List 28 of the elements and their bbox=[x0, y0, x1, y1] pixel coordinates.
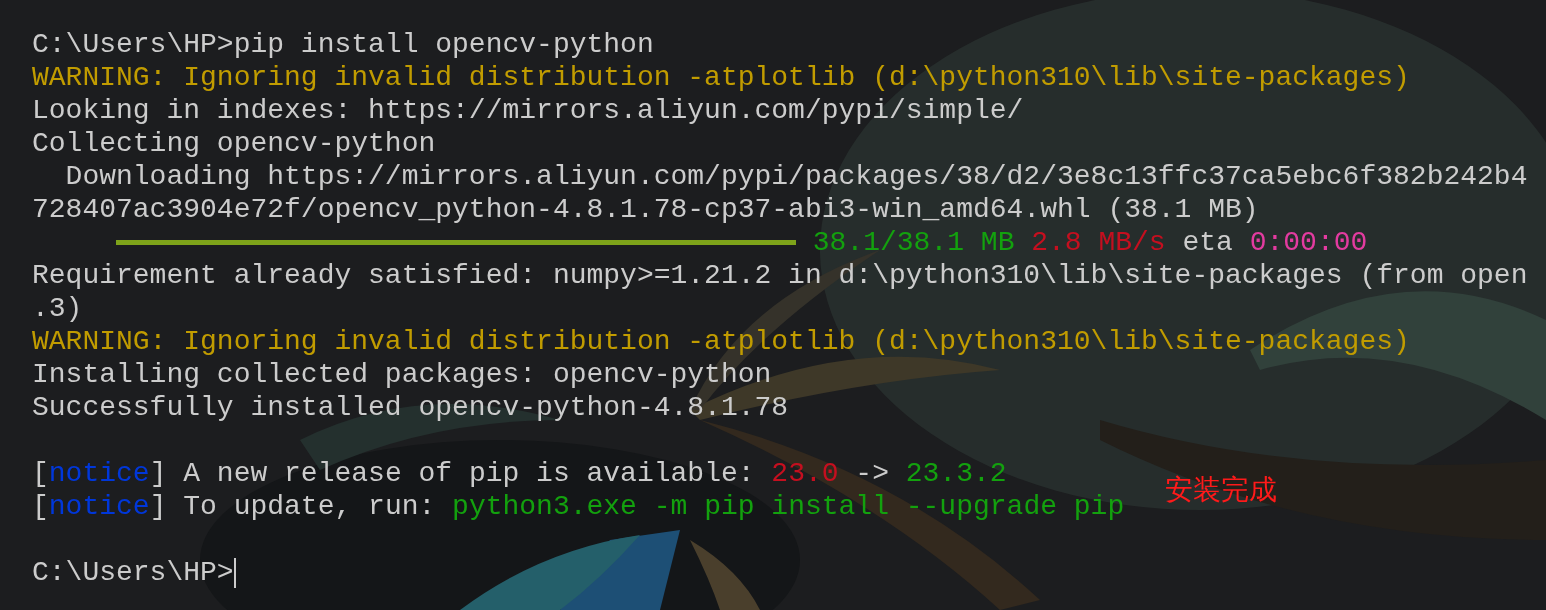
notice-label: notice bbox=[48, 457, 150, 490]
success-text: 23.3.2 bbox=[905, 457, 1007, 490]
output-text: Downloading https://mirrors.aliyun.com/pypi/packages/38/d2/3e8c13ffc37ca5ebc6f382b242b4 bbox=[64, 160, 1528, 193]
error-text: 2.8 MB/s bbox=[1031, 226, 1166, 259]
output-text: Looking in indexes: https://mirrors.aliyun.com/pypi/simple/ bbox=[32, 94, 1024, 127]
annotation-text: 安装完成 bbox=[1165, 474, 1277, 506]
warning-text: WARNING: Ignoring invalid distribution -atplotlib (d:\python310\lib\site-packages) bbox=[32, 61, 1410, 94]
notice-label: notice bbox=[48, 490, 150, 523]
output-text: -> bbox=[855, 457, 889, 490]
output-text: ] To update, run: bbox=[149, 490, 436, 523]
output-text: 728407ac3904e72f/opencv_python-4.8.1.78-cp37-abi3-win_amd64.whl (38.1 MB) bbox=[32, 193, 1259, 226]
cursor-icon bbox=[233, 557, 236, 588]
success-text: python3.exe -m pip install --upgrade pip bbox=[452, 490, 1125, 523]
output-text: Installing collected packages: opencv-python bbox=[32, 358, 772, 391]
output-text: ] A new release of pip is available: bbox=[149, 457, 755, 490]
warning-text: WARNING: Ignoring invalid distribution -atplotlib (d:\python310\lib\site-packages) bbox=[32, 325, 1410, 358]
output-text: Requirement already satisfied: numpy>=1.21.2 in d:\python310\lib\site-packages (from open bbox=[32, 259, 1528, 292]
output-text: Collecting opencv-python bbox=[32, 127, 436, 160]
output-text: eta bbox=[1182, 226, 1233, 259]
output-text: C:\Users\HP> bbox=[32, 556, 234, 589]
error-text: 23.0 bbox=[771, 457, 839, 490]
output-text: C:\Users\HP>pip install opencv-python bbox=[32, 28, 654, 61]
time-text: 0:00:00 bbox=[1249, 226, 1368, 259]
success-text: 38.1/38.1 MB bbox=[812, 226, 1015, 259]
output-text: [ bbox=[32, 457, 49, 490]
output-text: [ bbox=[32, 490, 49, 523]
output-text: Successfully installed opencv-python-4.8.1.78 bbox=[32, 391, 789, 424]
output-text: .3) bbox=[32, 292, 83, 325]
